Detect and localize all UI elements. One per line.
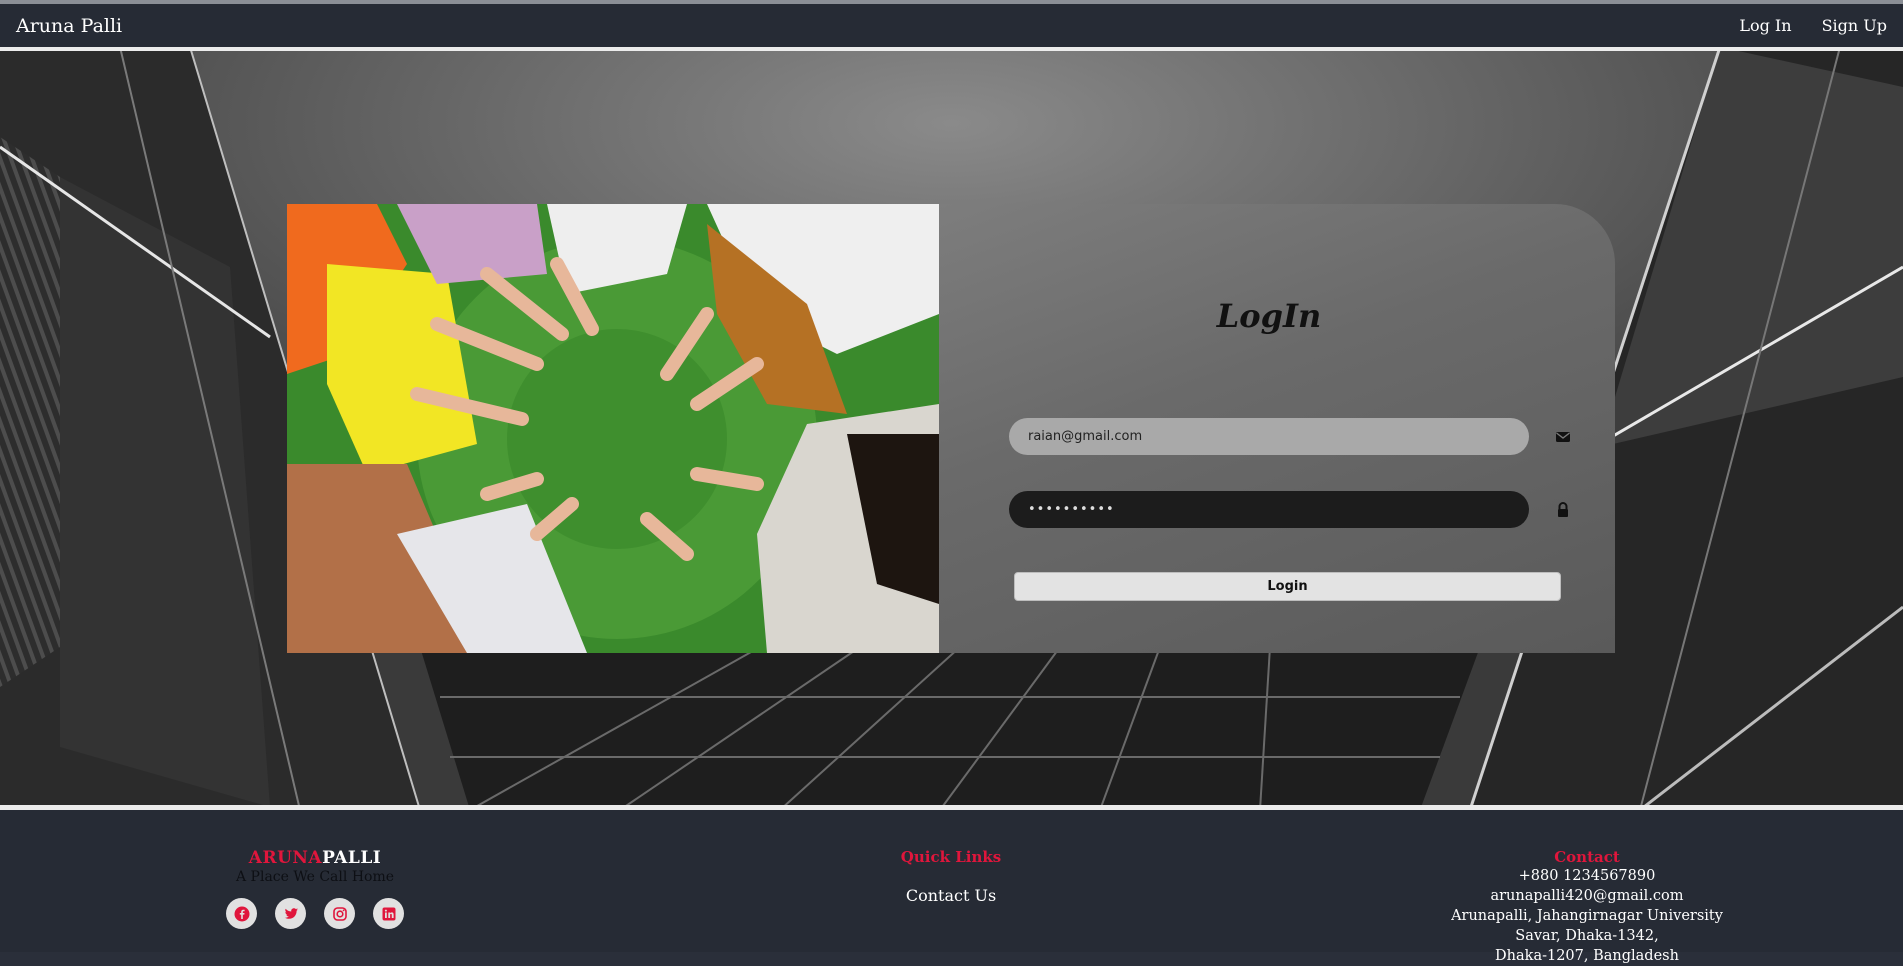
footer-brand-red: ARUNA bbox=[248, 848, 323, 868]
footer-tagline: A Place We Call Home bbox=[235, 869, 395, 885]
footer-quick-links: Quick Links Contact Us bbox=[851, 848, 1051, 905]
footer-brand-white: PALLI bbox=[322, 848, 382, 868]
login-title: LogIn bbox=[1216, 297, 1322, 335]
quick-links-heading: Quick Links bbox=[900, 848, 1002, 866]
envelope-icon bbox=[1556, 432, 1570, 442]
signup-link[interactable]: Sign Up bbox=[1822, 16, 1887, 35]
contact-heading: Contact bbox=[1554, 848, 1620, 866]
footer: ARUNAPALLI A Place We Call Home Quick Li… bbox=[0, 810, 1903, 964]
instagram-icon bbox=[332, 906, 347, 921]
footer-contact: Contact +880 1234567890 arunapalli420@gm… bbox=[1437, 848, 1737, 966]
linkedin-icon bbox=[382, 907, 395, 920]
contact-email: arunapalli420@gmail.com bbox=[1490, 888, 1684, 904]
contact-address-line: Savar, Dhaka-1342, bbox=[1515, 928, 1659, 944]
contact-address-line: Dhaka-1207, Bangladesh bbox=[1495, 948, 1679, 964]
linkedin-button[interactable] bbox=[373, 898, 404, 929]
login-button[interactable]: Login bbox=[1014, 572, 1561, 601]
email-field[interactable] bbox=[1009, 418, 1529, 455]
brand-logo[interactable]: Aruna Palli bbox=[16, 15, 122, 37]
nav-links: Log In Sign Up bbox=[1739, 16, 1887, 35]
facebook-button[interactable] bbox=[226, 898, 257, 929]
hero-background: LogIn Login bbox=[0, 47, 1903, 810]
login-card: LogIn Login bbox=[287, 204, 1615, 653]
login-link[interactable]: Log In bbox=[1739, 16, 1791, 35]
instagram-button[interactable] bbox=[324, 898, 355, 929]
facebook-icon bbox=[234, 906, 249, 921]
contact-address-line: Arunapalli, Jahangirnagar University bbox=[1451, 908, 1723, 924]
navbar: Aruna Palli Log In Sign Up bbox=[0, 0, 1903, 47]
children-hands-photo bbox=[287, 204, 939, 653]
twitter-button[interactable] bbox=[275, 898, 306, 929]
login-form-panel: LogIn Login bbox=[939, 204, 1615, 653]
lock-icon bbox=[1558, 502, 1568, 517]
password-field[interactable] bbox=[1009, 491, 1529, 528]
contact-us-link[interactable]: Contact Us bbox=[851, 886, 1051, 905]
contact-phone: +880 1234567890 bbox=[1518, 868, 1656, 884]
twitter-icon bbox=[284, 907, 298, 919]
kids-circle-image bbox=[287, 204, 939, 653]
footer-brand-section: ARUNAPALLI A Place We Call Home bbox=[215, 848, 415, 929]
footer-brand: ARUNAPALLI bbox=[215, 848, 415, 868]
social-links bbox=[215, 898, 415, 929]
